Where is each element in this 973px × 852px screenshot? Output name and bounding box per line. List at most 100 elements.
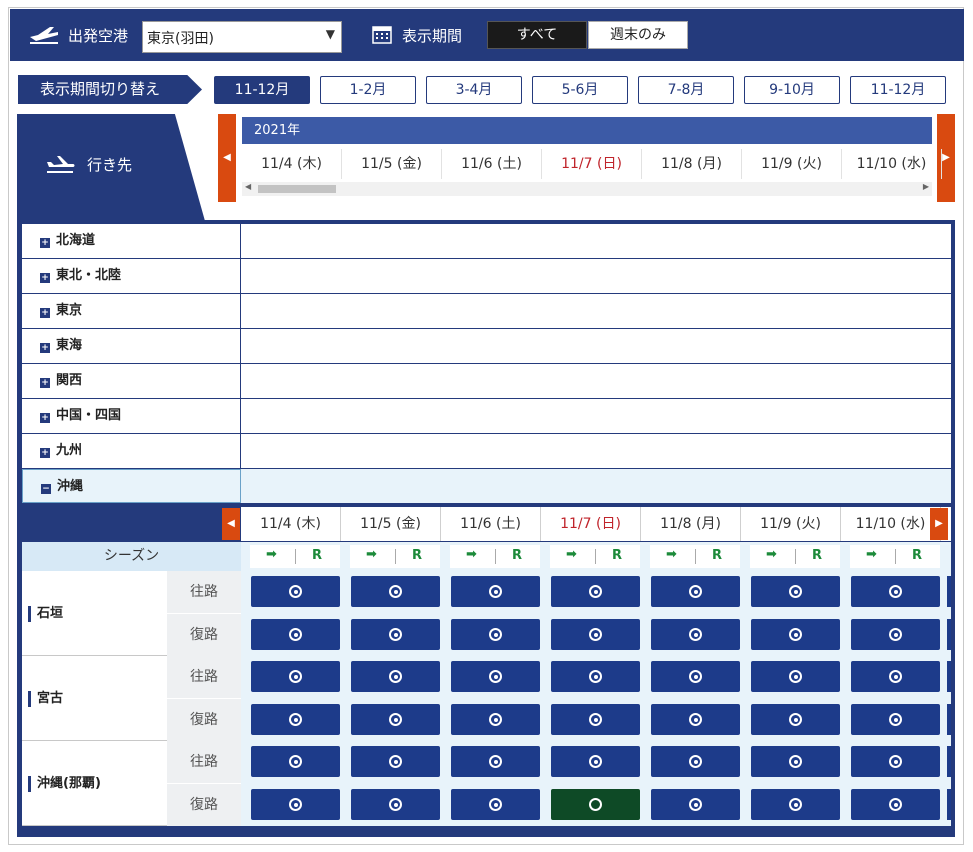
flight-button[interactable] (251, 576, 340, 607)
region-name[interactable]: + 中国・四国 (22, 399, 241, 433)
expand-icon[interactable]: + (40, 448, 50, 458)
flight-button[interactable] (651, 704, 740, 735)
flight-button[interactable] (651, 661, 740, 692)
region-row[interactable]: + 東海 (22, 329, 951, 363)
calendar-icon (372, 26, 392, 44)
date-header-cell[interactable]: 11/5 (金) (342, 149, 442, 179)
availability-circle-icon (589, 713, 602, 726)
flight-button[interactable] (851, 704, 940, 735)
region-name[interactable]: + 東京 (22, 294, 241, 328)
flight-button[interactable] (851, 576, 940, 607)
flight-button-partial[interactable] (947, 619, 951, 650)
flight-button-partial[interactable] (947, 661, 951, 692)
region-row[interactable]: + 九州 (22, 434, 951, 468)
region-row[interactable]: + 東京 (22, 294, 951, 328)
region-row[interactable]: + 東北・北陸 (22, 259, 951, 293)
schedule-scroll-left-button[interactable]: ◀ (222, 508, 240, 540)
flight-button[interactable] (351, 661, 440, 692)
flight-button[interactable] (651, 619, 740, 650)
flight-button[interactable] (651, 576, 740, 607)
flight-button[interactable] (351, 576, 440, 607)
scroll-right-icon[interactable]: ▶ (923, 182, 929, 191)
expand-icon[interactable]: + (40, 238, 50, 248)
flight-button[interactable] (251, 704, 340, 735)
period-button[interactable]: 7-8月 (638, 76, 734, 104)
period-button[interactable]: 9-10月 (744, 76, 840, 104)
region-name[interactable]: + 北海道 (22, 224, 241, 258)
date-header-cell[interactable]: 11/7 (日) (542, 149, 642, 179)
flight-button[interactable] (751, 746, 840, 777)
region-row[interactable]: + 中国・四国 (22, 399, 951, 433)
flight-button[interactable] (351, 746, 440, 777)
date-header-cell[interactable]: 11/4 (木) (242, 149, 342, 179)
scroll-left-button[interactable]: ◀ (218, 114, 236, 202)
flight-button[interactable] (551, 746, 640, 777)
flight-button[interactable] (451, 704, 540, 735)
region-row[interactable]: + 関西 (22, 364, 951, 398)
flight-button-partial[interactable] (947, 576, 951, 607)
flight-button[interactable] (351, 789, 440, 820)
flight-button-partial[interactable] (947, 746, 951, 777)
flight-button-partial[interactable] (947, 789, 951, 820)
flight-button[interactable] (751, 789, 840, 820)
flight-button[interactable] (351, 704, 440, 735)
flight-button[interactable] (651, 746, 740, 777)
weekend-only-button[interactable]: 週末のみ (588, 21, 688, 49)
region-name[interactable]: + 東海 (22, 329, 241, 363)
expand-icon[interactable]: + (40, 273, 50, 283)
expand-icon[interactable]: + (40, 378, 50, 388)
region-name[interactable]: + 関西 (22, 364, 241, 398)
flight-button[interactable] (751, 576, 840, 607)
region-name[interactable]: + 九州 (22, 434, 241, 468)
expand-icon[interactable]: + (40, 308, 50, 318)
flight-button[interactable] (751, 704, 840, 735)
flight-button[interactable] (851, 661, 940, 692)
flight-button[interactable] (551, 661, 640, 692)
period-button[interactable]: 1-2月 (320, 76, 416, 104)
arrow-right-icon: ➡ (466, 547, 477, 562)
period-button[interactable]: 11-12月 (850, 76, 946, 104)
flight-button[interactable] (851, 619, 940, 650)
flight-button[interactable] (251, 789, 340, 820)
show-all-button[interactable]: すべて (487, 21, 587, 49)
schedule-scroll-right-button[interactable]: ▶ (930, 508, 948, 540)
flight-button-partial[interactable] (947, 704, 951, 735)
period-button[interactable]: 11-12月 (214, 76, 310, 104)
flight-button[interactable] (451, 619, 540, 650)
flight-button[interactable] (451, 789, 540, 820)
period-button[interactable]: 3-4月 (426, 76, 522, 104)
date-header-cell[interactable]: 11/9 (火) (742, 149, 842, 179)
scroll-thumb[interactable] (258, 185, 336, 193)
region-name[interactable]: + 東北・北陸 (22, 259, 241, 293)
flight-button[interactable] (851, 746, 940, 777)
period-button[interactable]: 5-6月 (532, 76, 628, 104)
expand-icon[interactable]: + (40, 413, 50, 423)
flight-button[interactable] (251, 746, 340, 777)
flight-button[interactable] (451, 576, 540, 607)
flight-button[interactable] (751, 661, 840, 692)
scroll-left-icon[interactable]: ◀ (245, 182, 251, 191)
departure-airport-select[interactable]: 東京(羽田) ▼ (142, 21, 342, 53)
flight-button[interactable] (551, 704, 640, 735)
flight-button[interactable] (251, 661, 340, 692)
date-header-cell[interactable]: 11/8 (月) (642, 149, 742, 179)
region-name[interactable]: − 沖縄 (22, 469, 241, 503)
flight-button[interactable] (351, 619, 440, 650)
expand-icon[interactable]: + (40, 343, 50, 353)
date-header-cell[interactable]: 11/10 (水) (842, 149, 942, 179)
destination-name: 石垣 (28, 606, 63, 622)
horizontal-scrollbar[interactable]: ◀ ▶ (242, 182, 932, 196)
flight-button[interactable] (451, 661, 540, 692)
flight-button[interactable] (551, 619, 640, 650)
flight-button[interactable] (451, 746, 540, 777)
collapse-icon[interactable]: − (41, 484, 51, 494)
region-row[interactable]: − 沖縄 (22, 469, 951, 503)
date-header-cell[interactable]: 11/6 (土) (442, 149, 542, 179)
flight-button[interactable] (551, 576, 640, 607)
flight-button[interactable] (851, 789, 940, 820)
flight-button-selected[interactable] (551, 789, 640, 820)
flight-button[interactable] (651, 789, 740, 820)
flight-button[interactable] (751, 619, 840, 650)
flight-button[interactable] (251, 619, 340, 650)
region-row[interactable]: + 北海道 (22, 224, 951, 258)
